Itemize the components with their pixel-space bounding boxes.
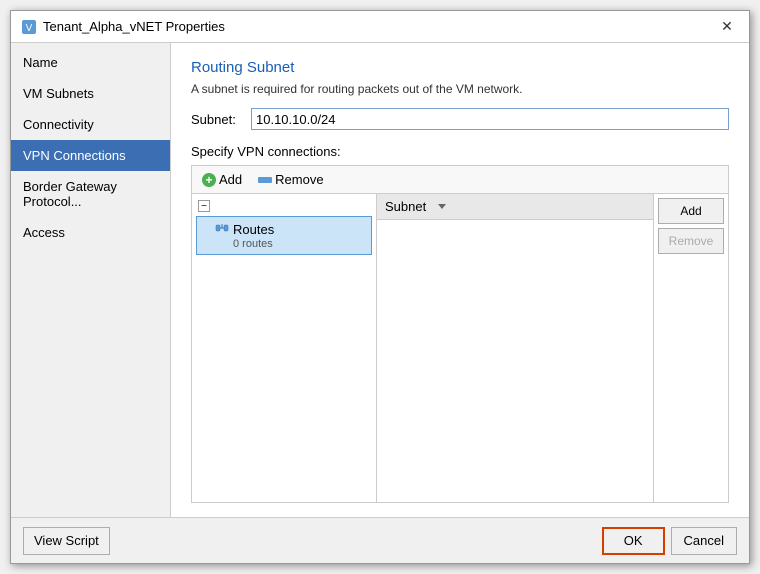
footer-right: OK Cancel [602,527,737,555]
subnet-table-content [377,220,653,502]
sidebar-item-vm-subnets[interactable]: VM Subnets [11,78,170,109]
subnet-panel: Subnet [377,194,653,502]
dialog-footer: View Script OK Cancel [11,517,749,563]
tree-collapse-row: − [192,198,376,214]
dialog-title: Tenant_Alpha_vNET Properties [43,19,225,34]
title-bar: V Tenant_Alpha_vNET Properties ✕ [11,11,749,43]
close-button[interactable]: ✕ [715,17,739,37]
sort-arrow-icon [438,204,446,209]
content-area: Name VM Subnets Connectivity VPN Connect… [11,43,749,517]
tree-item-name: Routes [215,221,353,238]
collapse-button[interactable]: − [198,200,210,212]
title-bar-left: V Tenant_Alpha_vNET Properties [21,19,225,35]
remove-icon [258,177,272,183]
add-icon: + [202,173,216,187]
vpn-body: − Routes [191,193,729,503]
subnet-remove-button[interactable]: Remove [658,228,724,254]
sidebar-item-access[interactable]: Access [11,217,170,248]
toolbar-remove-button[interactable]: Remove [254,170,327,189]
tree-item-routes-count: 0 routes [233,238,353,250]
action-column: Add Remove [653,194,728,502]
sidebar-item-border-gateway[interactable]: Border Gateway Protocol... [11,171,170,217]
section-desc: A subnet is required for routing packets… [191,82,729,96]
tree-routes-item[interactable]: Routes 0 routes [196,216,372,255]
subnet-input[interactable] [251,108,729,130]
cancel-button[interactable]: Cancel [671,527,737,555]
subnet-label: Subnet: [191,112,251,127]
main-panel: Routing Subnet A subnet is required for … [171,43,749,517]
toolbar-add-button[interactable]: + Add [198,170,246,189]
subnet-field-row: Subnet: [191,108,729,130]
subnet-add-button[interactable]: Add [658,198,724,224]
routes-icon [215,221,229,238]
app-icon: V [21,19,37,35]
subnet-table-header: Subnet [377,194,653,220]
sidebar: Name VM Subnets Connectivity VPN Connect… [11,43,171,517]
sidebar-item-name[interactable]: Name [11,47,170,78]
tree-panel: − Routes [192,194,377,502]
view-script-button[interactable]: View Script [23,527,110,555]
sidebar-item-connectivity[interactable]: Connectivity [11,109,170,140]
footer-left: View Script [23,527,110,555]
vpn-connections-label: Specify VPN connections: [191,144,729,159]
dialog: V Tenant_Alpha_vNET Properties ✕ Name VM… [10,10,750,564]
sidebar-item-vpn-connections[interactable]: VPN Connections [11,140,170,171]
svg-text:V: V [26,23,33,34]
vpn-toolbar: + Add Remove [191,165,729,193]
ok-button[interactable]: OK [602,527,665,555]
section-title: Routing Subnet [191,59,729,76]
